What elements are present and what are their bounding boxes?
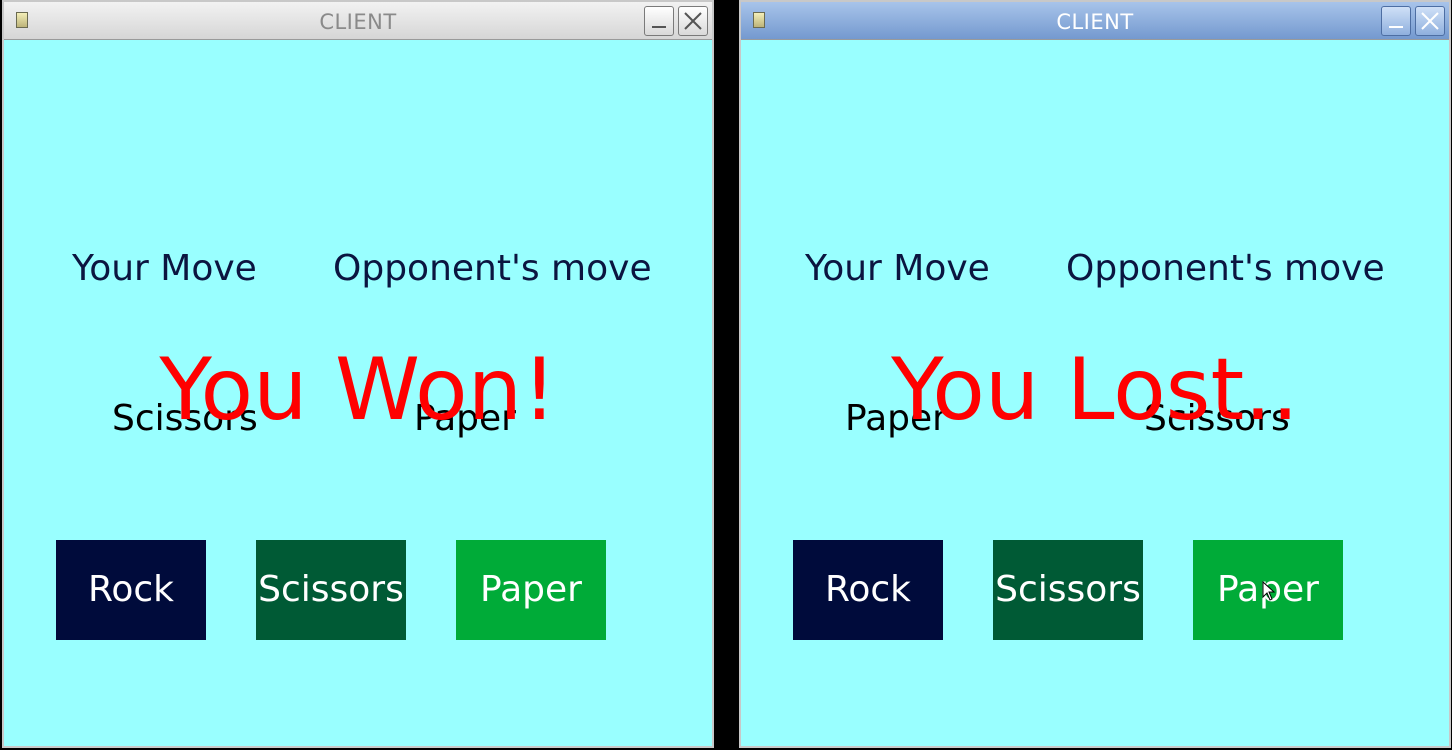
window-title: CLIENT bbox=[1056, 10, 1134, 34]
client-window-left: CLIENT Your Move Opponent's move Scissor… bbox=[2, 0, 714, 748]
close-button[interactable] bbox=[1415, 6, 1445, 36]
result-message: You Won! bbox=[159, 340, 557, 440]
result-message: You Lost.. bbox=[891, 340, 1299, 440]
paper-button[interactable]: Paper bbox=[456, 540, 606, 640]
window-titlebar[interactable]: CLIENT bbox=[741, 2, 1449, 40]
rock-button[interactable]: Rock bbox=[793, 540, 943, 640]
close-icon bbox=[684, 12, 702, 30]
your-move-label: Your Move bbox=[805, 248, 990, 289]
window-titlebar[interactable]: CLIENT bbox=[4, 2, 712, 40]
client-window-right: CLIENT Your Move Opponent's move Paper S… bbox=[739, 0, 1451, 748]
minimize-button[interactable] bbox=[1381, 6, 1411, 36]
close-icon bbox=[1421, 12, 1439, 30]
your-move-label: Your Move bbox=[72, 248, 257, 289]
desktop: CLIENT Your Move Opponent's move Scissor… bbox=[0, 0, 1452, 750]
opponent-move-label: Opponent's move bbox=[1066, 248, 1385, 289]
mouse-cursor-icon bbox=[1262, 581, 1276, 601]
scissors-button[interactable]: Scissors bbox=[256, 540, 406, 640]
scissors-button[interactable]: Scissors bbox=[993, 540, 1143, 640]
close-button[interactable] bbox=[678, 6, 708, 36]
game-panel: Your Move Opponent's move Scissors Paper… bbox=[4, 40, 712, 746]
game-panel: Your Move Opponent's move Paper Scissors… bbox=[741, 40, 1449, 746]
opponent-move-label: Opponent's move bbox=[333, 248, 652, 289]
rock-button[interactable]: Rock bbox=[56, 540, 206, 640]
minimize-icon bbox=[1389, 26, 1403, 28]
window-title: CLIENT bbox=[319, 10, 397, 34]
minimize-button[interactable] bbox=[644, 6, 674, 36]
minimize-icon bbox=[652, 26, 666, 28]
